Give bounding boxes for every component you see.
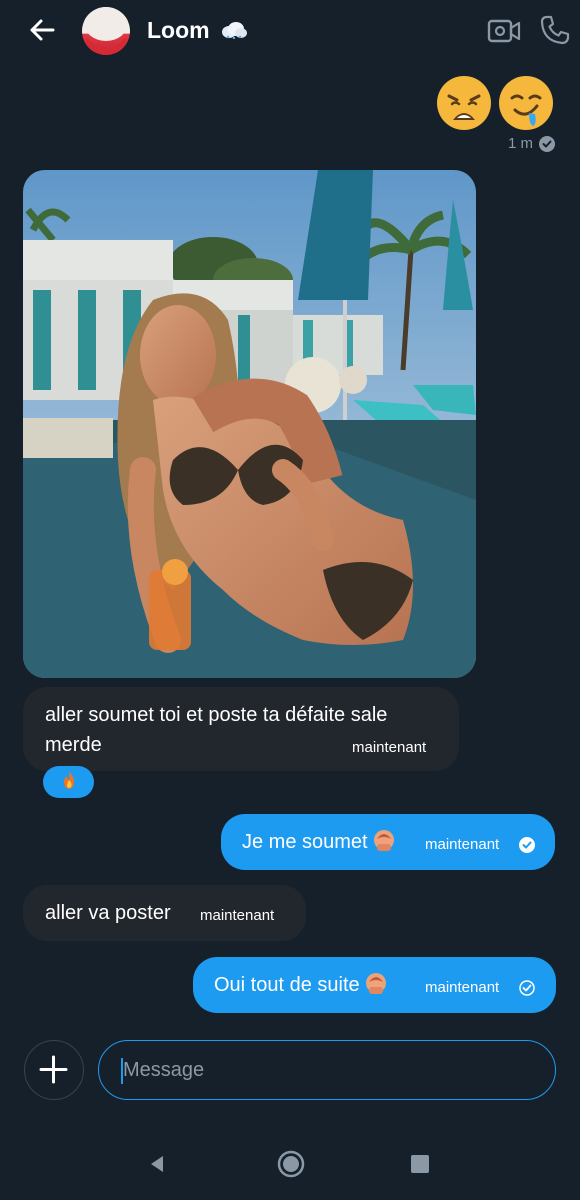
message-timestamp: maintenant: [200, 907, 275, 924]
cloud-icon: [222, 22, 247, 40]
conversation-header: Loom: [0, 0, 580, 64]
message-timestamp: maintenant: [425, 979, 500, 996]
nav-back-icon[interactable]: [145, 1152, 169, 1176]
message-timestamp: 1 m: [508, 135, 534, 152]
fire-icon: [63, 771, 74, 789]
message-timestamp: maintenant: [352, 739, 427, 756]
message-timestamp: maintenant: [425, 836, 500, 853]
person-bowing-emoji: [365, 973, 386, 994]
person-bowing-emoji: [373, 830, 394, 851]
back-arrow-icon[interactable]: [26, 14, 58, 46]
reaction-badge[interactable]: [43, 766, 94, 798]
image-message[interactable]: [23, 170, 476, 678]
drooling-face-emoji: [499, 76, 553, 130]
attach-button[interactable]: [24, 1040, 84, 1100]
message-input[interactable]: [98, 1040, 556, 1100]
weary-face-emoji: [437, 76, 491, 130]
plus-icon: [39, 1055, 68, 1084]
outgoing-message-text: Oui tout de suite: [214, 970, 386, 1000]
nav-home-icon[interactable]: [276, 1149, 306, 1179]
sent-check-icon: [519, 837, 535, 853]
nav-recents-icon[interactable]: [410, 1154, 430, 1174]
outgoing-message-text: Je me soumet: [242, 827, 394, 857]
text-caret: [121, 1058, 123, 1084]
sent-check-icon: [519, 980, 535, 996]
contact-name[interactable]: Loom: [147, 17, 248, 44]
seen-check-icon: [539, 136, 555, 152]
avatar[interactable]: [82, 7, 130, 55]
video-call-icon[interactable]: [487, 16, 521, 46]
phone-icon[interactable]: [539, 14, 571, 46]
incoming-message-text: aller va poster: [45, 902, 171, 924]
